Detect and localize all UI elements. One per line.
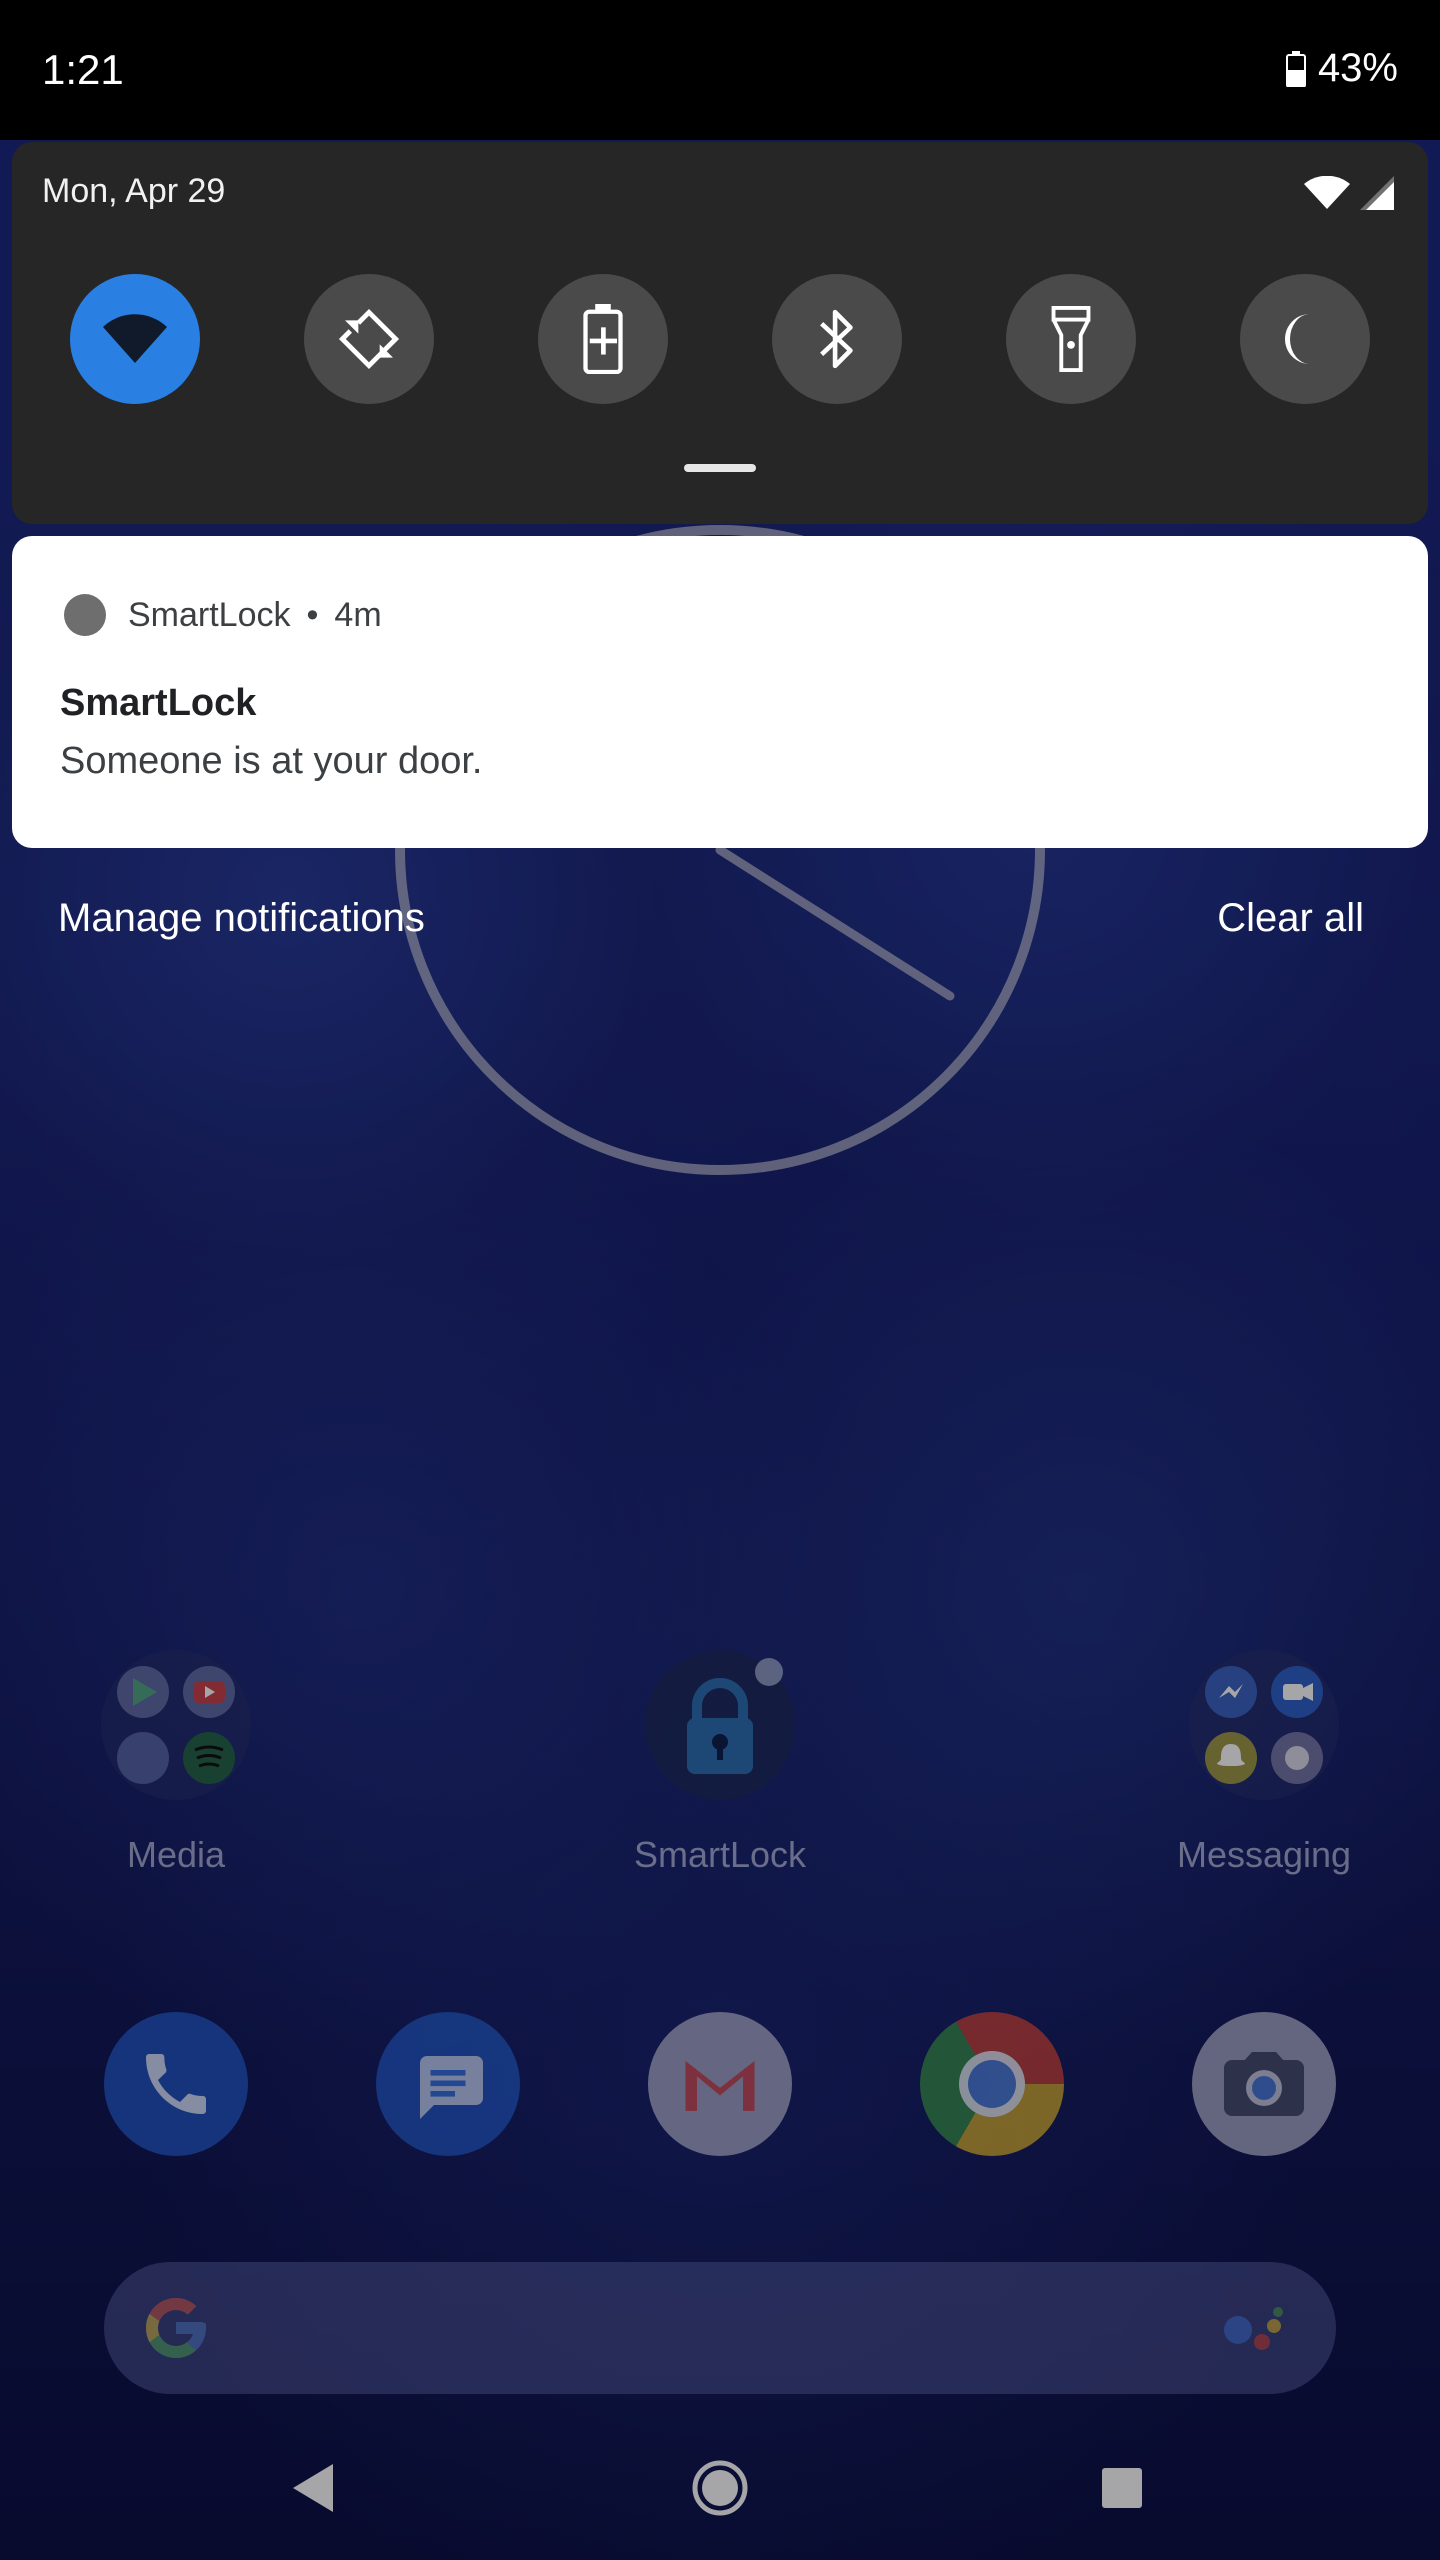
notification-separator: • [306,595,319,634]
quick-settings-panel[interactable]: Mon, Apr 29 [12,142,1428,524]
clear-all-button[interactable]: Clear all [1217,896,1364,941]
moon-icon [1285,314,1310,364]
manage-notifications-button[interactable]: Manage notifications [58,896,425,941]
bluetooth-tile[interactable] [772,274,902,404]
home-icon[interactable] [688,2456,752,2520]
flashlight-tile[interactable] [1006,274,1136,404]
notification-actions: Manage notifications Clear all [0,888,1440,958]
status-right: 43% [1285,46,1398,91]
auto-rotate-icon [338,308,400,370]
messages-icon[interactable] [376,2012,520,2156]
wifi-icon [1304,176,1350,209]
google-search-bar[interactable] [104,2262,1336,2394]
status-time: 1:21 [42,46,124,93]
app-media[interactable]: Media [56,1650,296,1876]
flashlight-icon [1051,306,1091,372]
wifi-tile[interactable] [70,274,200,404]
recents-icon[interactable] [1090,2456,1154,2520]
gmail-icon[interactable] [648,2012,792,2156]
notification-header: SmartLock • 4m [64,594,382,636]
notification-card[interactable]: SmartLock • 4m SmartLock Someone is at y… [12,536,1428,848]
navigation-bar [0,2420,1440,2560]
battery-saver-icon [583,304,623,374]
battery-saver-tile[interactable] [538,274,668,404]
app-label-messaging: Messaging [1176,1834,1352,1875]
wifi-icon [103,314,167,363]
notification-title: SmartLock [60,682,257,724]
battery-icon [1285,50,1306,87]
cell-signal-icon [1360,176,1394,210]
app-label-smartlock: SmartLock [633,1834,807,1875]
chrome-icon[interactable] [920,2012,1064,2156]
notification-time: 4m [334,595,382,634]
smartlock-app-icon [645,1650,795,1800]
qs-expand-handle[interactable] [684,464,756,472]
auto-rotate-tile[interactable] [304,274,434,404]
qs-date[interactable]: Mon, Apr 29 [42,172,225,211]
android-screen: Media SmartLock Messaging 1:21 43% Mon, … [0,0,1440,2560]
status-bar: 1:21 43% [0,0,1440,140]
app-icon [64,594,106,636]
notification-text: Someone is at your door. [60,740,483,782]
media-folder-icon [101,1650,251,1800]
google-g-icon [146,2298,206,2358]
qs-status-icons [1304,176,1394,210]
battery-percent: 43% [1317,46,1398,90]
camera-icon[interactable] [1192,2012,1336,2156]
app-messaging[interactable]: Messaging [1144,1650,1384,1876]
assistant-icon[interactable] [1218,2300,1290,2360]
phone-icon[interactable] [104,2012,248,2156]
night-mode-tile[interactable] [1240,274,1370,404]
notification-app-name: SmartLock [128,595,291,634]
app-smartlock[interactable]: SmartLock [600,1650,840,1876]
back-icon[interactable] [280,2456,344,2520]
app-label-media: Media [126,1834,226,1875]
messaging-folder-icon [1189,1650,1339,1800]
bluetooth-icon [820,309,853,369]
qs-tiles-row [12,274,1428,404]
